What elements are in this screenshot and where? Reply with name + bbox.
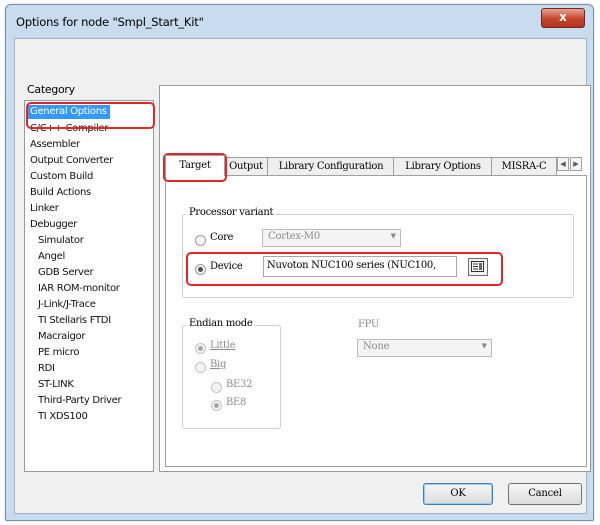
ok-button-label: OK <box>450 488 466 499</box>
ok-button[interactable]: OK <box>423 483 493 505</box>
category-item-third-party-driver[interactable]: Third-Party Driver <box>38 394 122 408</box>
category-item-st-link[interactable]: ST-LINK <box>38 378 74 392</box>
category-item-rdi[interactable]: RDI <box>38 362 55 376</box>
be8-label: BE8 <box>226 397 247 408</box>
device-field-value: Nuvoton NUC100 series (NUC100, <box>267 260 436 271</box>
be32-radio[interactable] <box>211 382 222 393</box>
category-label: Category <box>27 83 75 96</box>
tab-misra-c[interactable]: MISRA-C <box>491 157 557 175</box>
chevron-down-icon: ▼ <box>390 232 396 240</box>
category-item-assembler[interactable]: Assembler <box>30 138 80 152</box>
cancel-button-label: Cancel <box>528 488 562 499</box>
category-item-custom-build[interactable]: Custom Build <box>30 170 93 184</box>
category-item-ti-stellaris-ftdi[interactable]: TI Stellaris FTDI <box>38 314 111 328</box>
tab-library-configuration[interactable]: Library Configuration <box>267 157 395 175</box>
close-icon: x <box>559 10 567 24</box>
category-item-output-converter[interactable]: Output Converter <box>30 154 113 168</box>
device-field[interactable]: Nuvoton NUC100 series (NUC100, <box>263 256 457 277</box>
category-item-iar-rom-monitor[interactable]: IAR ROM-monitor <box>38 282 120 296</box>
be32-label: BE32 <box>226 379 253 390</box>
category-item-linker[interactable]: Linker <box>30 202 59 216</box>
tab-scroll-left-icon[interactable]: ◀ <box>557 157 569 171</box>
core-select[interactable]: Cortex-M0 ▼ <box>262 229 401 247</box>
title-bar[interactable]: Options for node "Smpl_Start_Kit" x <box>6 5 593 39</box>
core-select-value: Cortex-M0 <box>268 231 321 242</box>
category-item-simulator[interactable]: Simulator <box>38 234 84 248</box>
tab-library-options-label: Library Options <box>405 161 481 172</box>
core-label: Core <box>210 232 234 243</box>
tab-misra-c-label: MISRA-C <box>501 161 547 172</box>
fpu-label: FPU <box>358 319 380 330</box>
be8-radio[interactable] <box>211 400 222 411</box>
category-list[interactable]: General Options C/C++ Compiler Assembler… <box>24 100 154 472</box>
tab-library-configuration-label: Library Configuration <box>278 161 384 172</box>
dialog-title: Options for node "Smpl_Start_Kit" <box>16 15 204 29</box>
tab-target[interactable]: Target <box>165 155 225 176</box>
endian-mode-title: Endian mode <box>187 318 255 329</box>
tab-output-label: Output <box>229 161 263 172</box>
chevron-down-icon: ▼ <box>481 342 487 350</box>
device-label: Device <box>210 261 243 272</box>
category-item-ti-xds100[interactable]: TI XDS100 <box>38 410 88 424</box>
category-item-c-compiler[interactable]: C/C++ Compiler <box>30 122 108 136</box>
category-item-gdb-server[interactable]: GDB Server <box>38 266 94 280</box>
little-label: Little <box>210 340 236 351</box>
category-item-debugger[interactable]: Debugger <box>30 218 77 232</box>
category-item-general-options[interactable]: General Options <box>27 105 110 119</box>
device-picker-button[interactable] <box>468 258 488 276</box>
processor-variant-title: Processor variant <box>187 207 276 218</box>
device-radio[interactable] <box>195 264 206 275</box>
device-picker-icon <box>471 261 484 272</box>
little-radio[interactable] <box>195 343 206 354</box>
cancel-button[interactable]: Cancel <box>508 483 582 505</box>
tab-target-label: Target <box>179 160 211 171</box>
big-label: Big <box>210 359 227 370</box>
category-item-jlink-jtrace[interactable]: J-Link/J-Trace <box>38 298 96 312</box>
close-button[interactable]: x <box>541 8 585 28</box>
category-item-pe-micro[interactable]: PE micro <box>38 346 79 360</box>
category-item-angel[interactable]: Angel <box>38 250 65 264</box>
category-item-macraigor[interactable]: Macraigor <box>38 330 85 344</box>
fpu-select[interactable]: None ▼ <box>357 339 492 357</box>
category-item-build-actions[interactable]: Build Actions <box>30 186 91 200</box>
fpu-select-value: None <box>363 341 390 352</box>
big-radio[interactable] <box>195 362 206 373</box>
tab-scroll-right-icon[interactable]: ▶ <box>570 157 582 171</box>
tab-output[interactable]: Output <box>223 157 269 175</box>
tab-strip: Target Output Library Configuration Libr… <box>165 155 585 176</box>
tab-library-options[interactable]: Library Options <box>393 157 493 175</box>
core-radio[interactable] <box>195 235 206 246</box>
